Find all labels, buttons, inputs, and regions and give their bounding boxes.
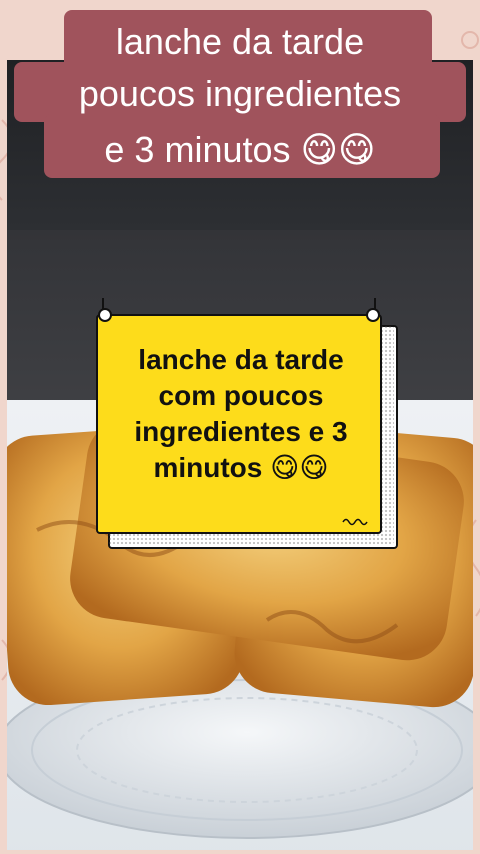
pin-icon: [366, 308, 380, 322]
title-line-3: e 3 minutos 😋😋: [104, 129, 376, 170]
yellow-note-card: lanche da tarde com poucos ingredientes …: [96, 298, 382, 534]
squiggle-icon: [342, 518, 368, 526]
pin-icon: [98, 308, 112, 322]
title-banner: lanche da tarde poucos ingredientes e 3 …: [14, 10, 466, 178]
card-text: lanche da tarde com poucos ingredientes …: [134, 344, 348, 483]
title-line-2: poucos ingredientes: [78, 73, 402, 114]
title-line-1: lanche da tarde: [115, 21, 365, 62]
